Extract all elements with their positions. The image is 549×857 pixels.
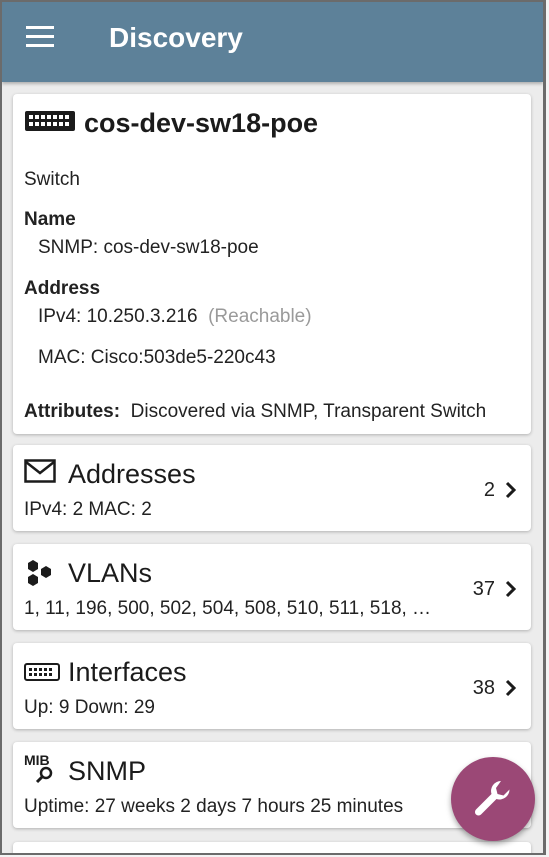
page-title: Discovery	[109, 22, 243, 53]
reachability-status: (Reachable)	[208, 306, 312, 327]
addresses-summary: IPv4: 2 MAC: 2	[24, 499, 152, 520]
wrench-icon	[474, 781, 510, 816]
vlan-hexagons-icon	[24, 558, 58, 593]
next-card-partial	[13, 842, 531, 853]
chevron-right-icon	[505, 481, 517, 499]
snmp-title: SNMP	[68, 756, 147, 786]
ipv4-value: IPv4: 10.250.3.216	[38, 306, 198, 327]
device-header: cos-dev-sw18-poe	[24, 108, 318, 139]
screen: Discovery cos-dev-sw18-poe Switch Name S…	[0, 0, 546, 855]
switch-icon	[24, 110, 76, 137]
addresses-count: 2	[483, 479, 495, 501]
device-type: Switch	[24, 169, 80, 190]
interfaces-title: Interfaces	[68, 657, 187, 687]
svg-text:MIB: MIB	[24, 752, 50, 768]
attributes-label: Attributes:	[24, 401, 121, 422]
tools-fab-button[interactable]	[451, 757, 535, 841]
envelope-icon	[24, 459, 56, 488]
addresses-card[interactable]: Addresses IPv4: 2 MAC: 2 2	[13, 445, 531, 531]
interfaces-card[interactable]: Interfaces Up: 9 Down: 29 38	[13, 643, 531, 729]
interfaces-count: 38	[472, 677, 495, 699]
mib-icon: MIB	[24, 752, 60, 789]
chevron-right-icon	[505, 580, 517, 598]
address-heading: Address	[24, 278, 101, 299]
vlans-summary: 1, 11, 196, 500, 502, 504, 508, 510, 511…	[24, 598, 432, 619]
ipv4-address: IPv4: 10.250.3.216 (Reachable)	[38, 306, 312, 328]
mac-address: MAC: Cisco:503de5-220c43	[38, 347, 276, 368]
app-bar: Discovery	[2, 2, 543, 82]
vlans-title: VLANs	[68, 558, 153, 588]
chevron-right-icon	[505, 679, 517, 697]
snmp-uptime: Uptime: 27 weeks 2 days 7 hours 25 minut…	[24, 796, 404, 817]
name-heading: Name	[24, 209, 76, 230]
interfaces-summary: Up: 9 Down: 29	[24, 697, 155, 718]
addresses-title: Addresses	[68, 459, 196, 489]
device-details-card: cos-dev-sw18-poe Switch Name SNMP: cos-d…	[13, 94, 531, 434]
snmp-name: SNMP: cos-dev-sw18-poe	[38, 237, 259, 258]
device-name: cos-dev-sw18-poe	[84, 108, 319, 138]
menu-icon[interactable]	[26, 26, 60, 56]
vlans-count: 37	[472, 578, 495, 600]
attributes-value: Discovered via SNMP, Transparent Switch	[130, 401, 487, 422]
switch-ports-icon	[24, 663, 60, 686]
vlans-card[interactable]: VLANs 1, 11, 196, 500, 502, 504, 508, 51…	[13, 544, 531, 630]
attributes-row: Attributes: Discovered via SNMP, Transpa…	[24, 401, 486, 423]
